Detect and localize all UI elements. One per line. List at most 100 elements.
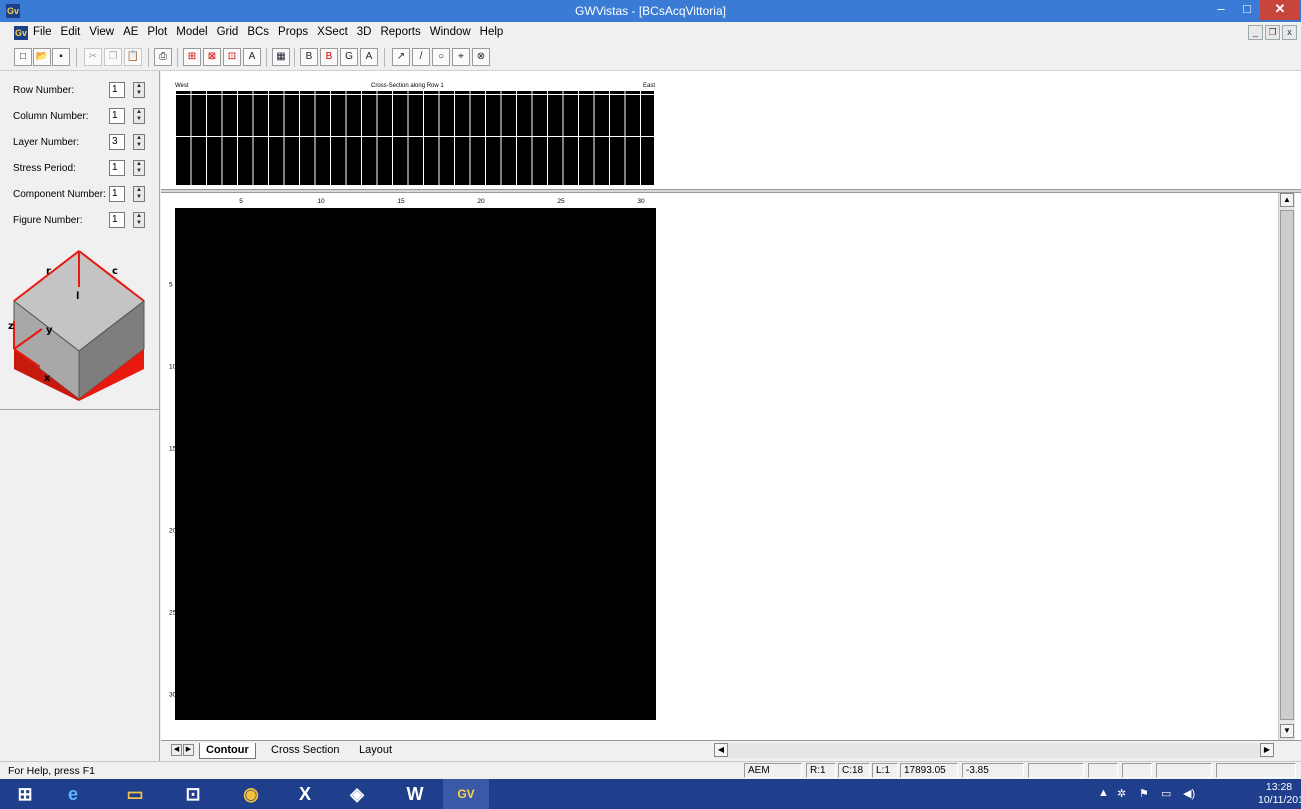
contour-pane[interactable]: 5 10 15 20 25 30 5 10 15 20 25 30 ▲ ▼ [161,193,1301,740]
volume-icon[interactable]: ◀) [1183,787,1195,800]
grid-g-icon[interactable]: G [340,48,358,66]
menu-window[interactable]: Window [430,26,471,38]
toolbar-separator [384,48,385,67]
add-annotation-icon[interactable]: A [360,48,378,66]
flag-icon[interactable]: ⚑ [1139,787,1149,800]
cross-section-pane[interactable]: West Cross-Section along Row 1 East [161,71,1301,189]
crosshair-icon[interactable]: ⌖ [452,48,470,66]
column-number-input[interactable]: 1 [109,108,125,124]
chrome-icon[interactable]: ◉ [228,779,274,809]
cut-icon[interactable]: ✂ [84,48,102,66]
clock-date: 10/11/2016 [1258,794,1301,806]
power-icon[interactable]: ▭ [1161,787,1171,800]
text-annotation-icon[interactable]: A [243,48,261,66]
zoom-out-icon[interactable]: ⊠ [203,48,221,66]
windows-taskbar: ⊞ e ▭ ⊡ ◉ X ◈ W GV ▲ ✲ ⚑ ▭ ◀) 13:28 10/1… [0,779,1301,809]
tab-cross-section[interactable]: Cross Section [265,743,345,759]
layer-boundary [175,94,654,95]
x-tick-label: 30 [637,198,645,205]
menu-help[interactable]: Help [480,26,504,38]
menu-bcs[interactable]: BCs [247,26,269,38]
mdi-minimize-button[interactable]: _ [1248,25,1263,40]
figure-number-spinner[interactable]: ▲ ▼ [133,212,145,228]
scroll-thumb[interactable] [1280,210,1294,720]
mdi-close-button[interactable]: x [1282,25,1297,40]
gwvistas-icon[interactable]: GV [443,779,489,809]
help-hint: For Help, press F1 [8,765,95,777]
tray-expand-icon[interactable]: ▲ [1098,787,1109,799]
zoom-window-icon[interactable]: ⊡ [223,48,241,66]
menu-ae[interactable]: AE [123,26,138,38]
cross-section-grid[interactable] [175,91,655,185]
y-tick-label: 5 [169,281,173,289]
tab-contour[interactable]: Contour [199,743,256,759]
circle-tool-icon[interactable]: ○ [432,48,450,66]
word-icon[interactable]: W [392,779,438,809]
figure-number-input[interactable]: 1 [109,212,125,228]
close-button[interactable]: ✕ [1260,0,1300,20]
open-folder-icon[interactable]: 📂 [33,48,51,66]
copy-icon[interactable]: ❐ [104,48,122,66]
component-number-spinner[interactable]: ▲ ▼ [133,186,145,202]
status-layer: L:1 [872,763,898,778]
store-icon[interactable]: ⊡ [170,779,216,809]
boundary-condition-icon[interactable]: B [300,48,318,66]
mdi-restore-button[interactable]: ❐ [1265,25,1280,40]
calculator-icon[interactable]: ▦ [272,48,290,66]
scroll-down-icon[interactable]: ▼ [1280,724,1294,738]
line-tool-icon[interactable]: / [412,48,430,66]
row-number-spinner[interactable]: ▲ ▼ [133,82,145,98]
tab-prev-icon[interactable]: ◀ [171,744,182,756]
scroll-right-icon[interactable]: ▶ [1260,743,1274,757]
contour-map-canvas[interactable] [175,208,656,720]
status-x-coordinate: 17893.05 [900,763,958,778]
paste-icon[interactable]: 📋 [124,48,142,66]
stress-period-input[interactable]: 1 [109,160,125,176]
layer-number-spinner[interactable]: ▲ ▼ [133,134,145,150]
app-icon[interactable]: ◈ [334,779,380,809]
file-explorer-icon[interactable]: ▭ [112,779,158,809]
vertical-scrollbar[interactable]: ▲ ▼ [1278,193,1295,740]
maximize-button[interactable]: □ [1234,0,1260,20]
internet-explorer-icon[interactable]: e [50,779,96,809]
print-icon[interactable]: ⎙ [154,48,172,66]
cross-section-title: Cross-Section along Row 1 [371,83,444,89]
boundary-red-icon[interactable]: B [320,48,338,66]
status-empty-cell [1088,763,1118,778]
zoom-in-icon[interactable]: ⊞ [183,48,201,66]
stress-period-spinner[interactable]: ▲ ▼ [133,160,145,176]
layer-number-input[interactable]: 3 [109,134,125,150]
windows-start-icon[interactable]: ⊞ [2,779,48,809]
tab-layout[interactable]: Layout [353,743,398,759]
menu-grid[interactable]: Grid [217,26,239,38]
layer-boundary [175,136,654,137]
cube-label-r: r [46,266,51,277]
save-icon[interactable]: ▪ [52,48,70,66]
network-status-icon[interactable]: ✲ [1117,787,1126,800]
menu-xsect[interactable]: XSect [317,26,348,38]
cube-icon: r c l z y x [8,250,145,401]
menu-file[interactable]: File [33,26,52,38]
component-number-input[interactable]: 1 [109,186,125,202]
menu-model[interactable]: Model [176,26,207,38]
menu-props[interactable]: Props [278,26,308,38]
cancel-circle-icon[interactable]: ⊗ [472,48,490,66]
tab-next-icon[interactable]: ▶ [183,744,194,756]
menu-plot[interactable]: Plot [147,26,167,38]
document-icon[interactable]: Gv [14,26,28,40]
pointer-icon[interactable]: ↗ [392,48,410,66]
row-number-input[interactable]: 1 [109,82,125,98]
menu-view[interactable]: View [89,26,114,38]
menu-reports[interactable]: Reports [380,26,420,38]
minimize-button[interactable]: – [1208,0,1234,20]
taskbar-clock[interactable]: 13:28 10/11/2016 [1258,781,1301,807]
new-file-icon[interactable]: □ [14,48,32,66]
horizontal-scrollbar[interactable]: ◀ ▶ [714,743,1274,758]
scroll-left-icon[interactable]: ◀ [714,743,728,757]
menu-3d[interactable]: 3D [357,26,372,38]
scroll-up-icon[interactable]: ▲ [1280,193,1294,207]
excel-icon[interactable]: X [282,779,328,809]
menu-edit[interactable]: Edit [61,26,81,38]
x-tick-label: 20 [477,198,485,205]
column-number-spinner[interactable]: ▲ ▼ [133,108,145,124]
